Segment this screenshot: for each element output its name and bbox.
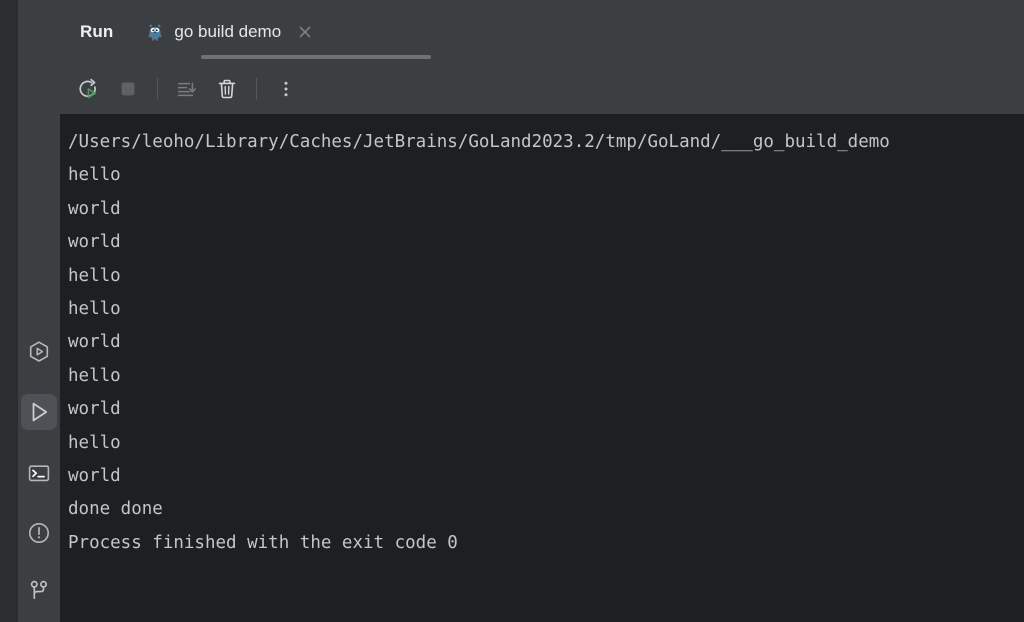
sidebar-item-run[interactable] [21, 394, 57, 430]
sidebar-item-version-control[interactable] [21, 572, 57, 608]
toolbar-separator-2 [256, 77, 257, 100]
console-line: hello [68, 299, 121, 320]
active-tab-indicator [201, 55, 431, 59]
console-line: world [68, 198, 121, 219]
tab-go-build-demo[interactable]: go build demo [135, 0, 321, 63]
more-vertical-dots-icon [273, 76, 299, 102]
scroll-to-end-icon [174, 76, 200, 102]
console-line: world [68, 399, 121, 420]
close-icon[interactable] [297, 24, 313, 40]
console-line: Process finished with the exit code 0 [68, 532, 458, 553]
console-line: world [68, 332, 121, 353]
tool-sidebar [18, 0, 60, 622]
console-output[interactable]: /Users/leoho/Library/Caches/JetBrains/Go… [60, 114, 1024, 622]
toolbar-separator [157, 77, 158, 100]
console-line: hello [68, 365, 121, 386]
trash-icon [214, 76, 240, 102]
clear-all-button[interactable] [210, 72, 244, 106]
window-edge-strip [0, 0, 18, 622]
rerun-button[interactable] [71, 72, 105, 106]
services-hexagon-play-icon [26, 339, 52, 365]
console-line: hello [68, 265, 121, 286]
console-line: hello [68, 432, 121, 453]
problems-warning-icon [26, 520, 52, 546]
more-options-button[interactable] [269, 72, 303, 106]
run-tool-window: Run go build demo /Users/leoho/Library/C… [0, 0, 1024, 622]
terminal-icon [26, 460, 52, 486]
tab-label: go build demo [174, 21, 282, 41]
stop-square-icon [115, 76, 141, 102]
go-gopher-icon [145, 22, 165, 42]
rerun-icon [75, 76, 101, 102]
stop-button[interactable] [111, 72, 145, 106]
sidebar-item-terminal[interactable] [21, 455, 57, 491]
tab-header: Run go build demo [60, 0, 1024, 63]
console-line: world [68, 466, 121, 487]
panel-title: Run [80, 21, 114, 41]
run-play-icon [26, 399, 52, 425]
sidebar-item-problems[interactable] [21, 515, 57, 551]
run-toolbar [60, 63, 1024, 114]
console-line: hello [68, 165, 121, 186]
console-line: /Users/leoho/Library/Caches/JetBrains/Go… [68, 132, 890, 152]
run-panel: Run go build demo /Users/leoho/Library/C… [60, 0, 1024, 622]
sidebar-item-services[interactable] [21, 334, 57, 370]
console-line: world [68, 232, 121, 253]
git-branch-icon [26, 577, 52, 603]
console-line: done done [68, 499, 163, 520]
scroll-to-end-button[interactable] [170, 72, 204, 106]
